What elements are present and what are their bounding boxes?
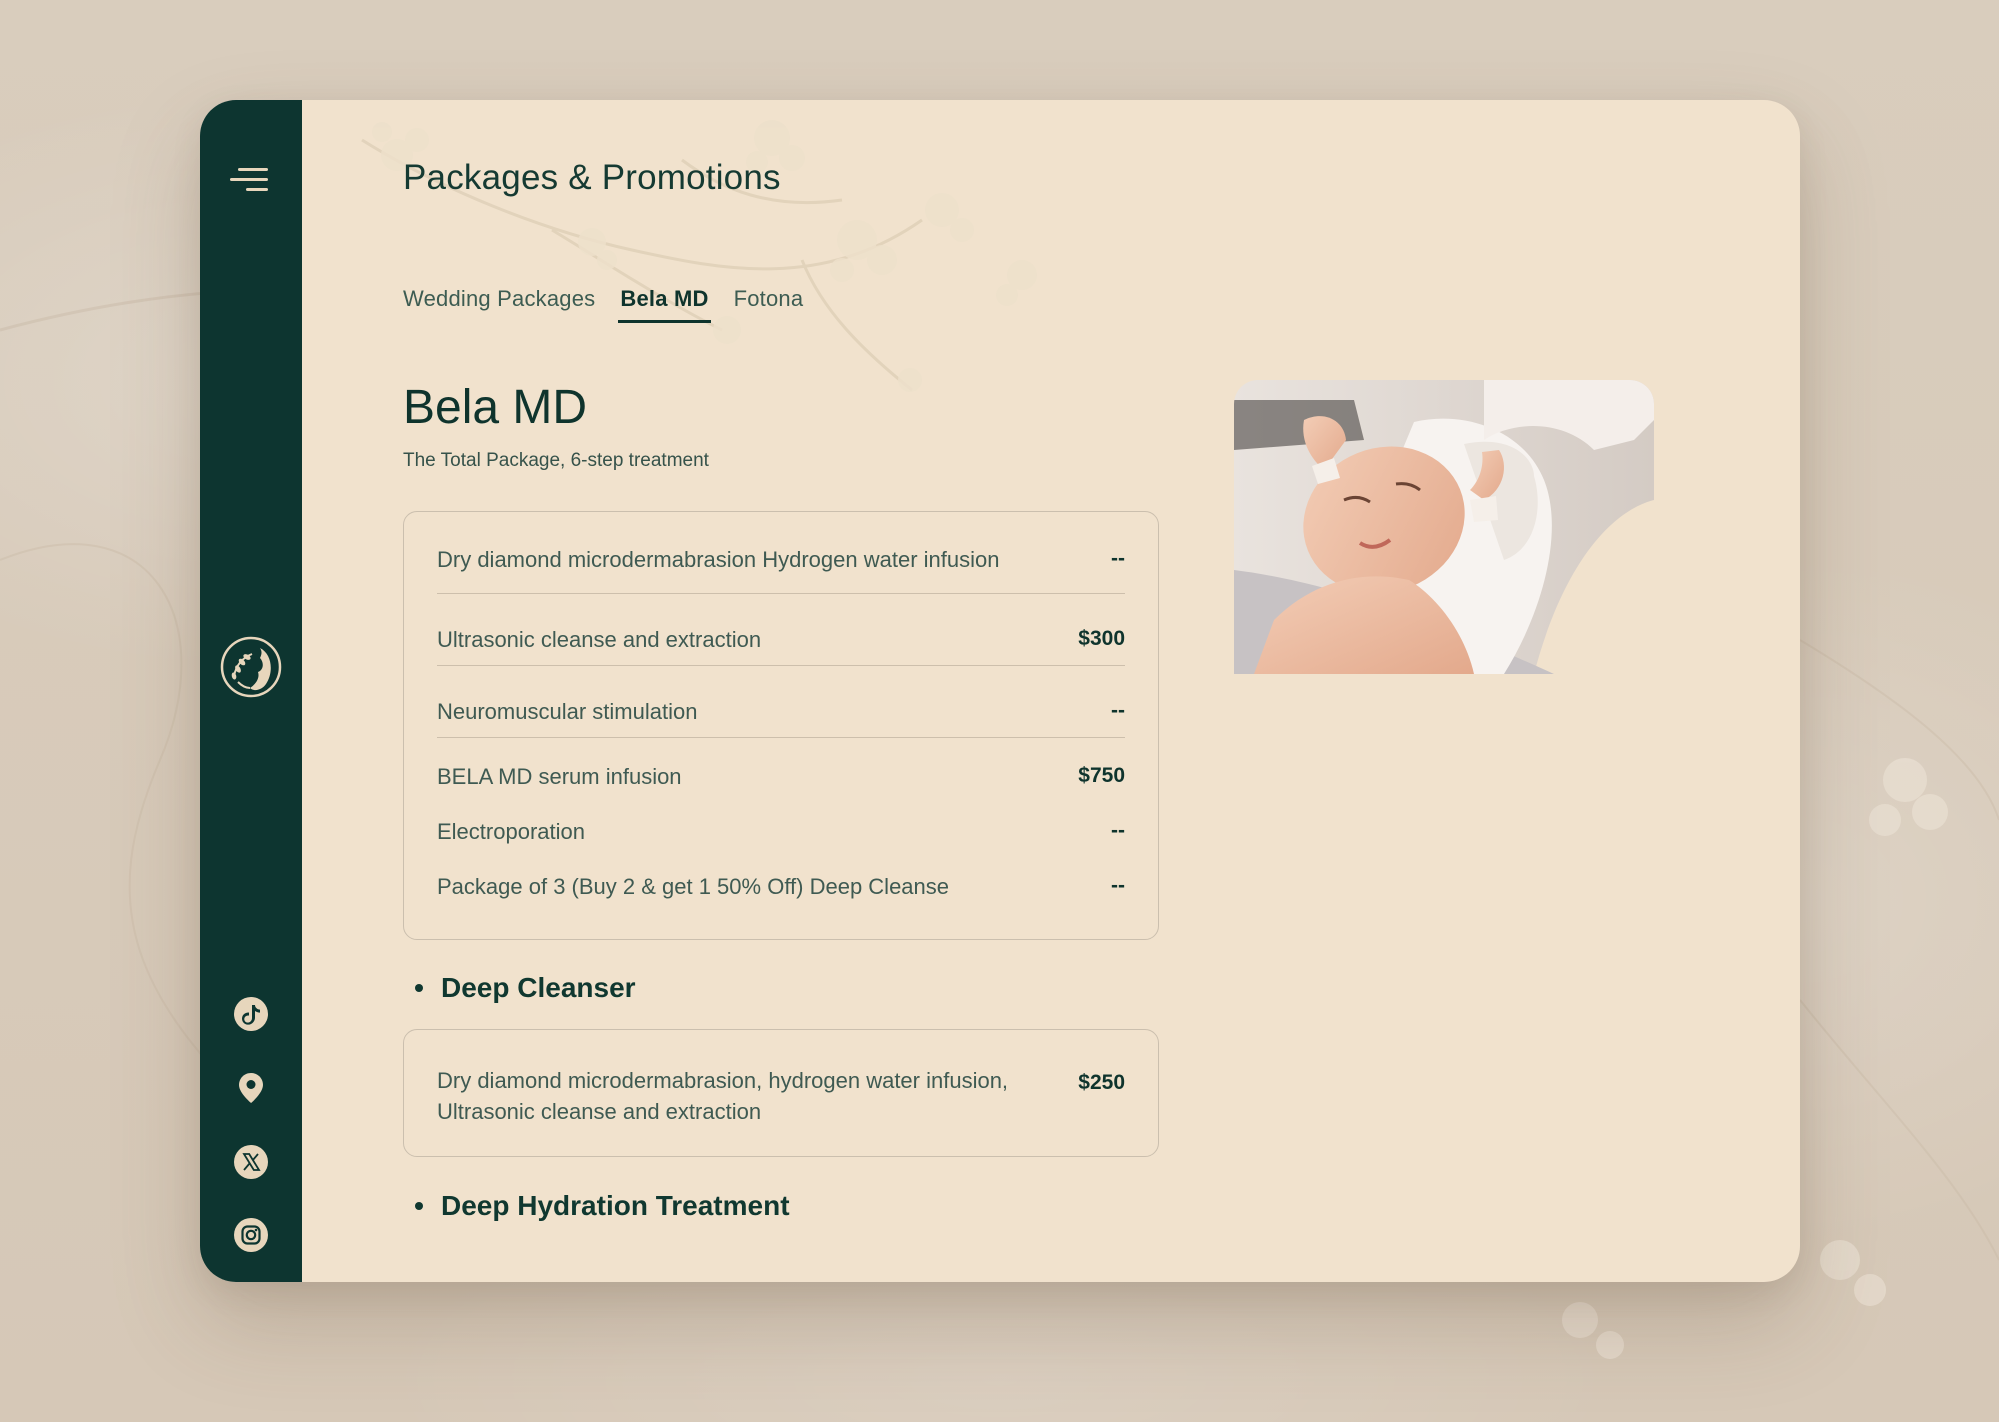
item-price: $250 <box>1078 1071 1125 1094</box>
tab-fotona[interactable]: Fotona <box>734 286 804 323</box>
tiktok-icon[interactable] <box>233 996 269 1032</box>
price-row: Dry diamond microdermabrasion Hydrogen w… <box>437 512 1125 594</box>
x-icon[interactable] <box>233 1144 269 1180</box>
spa-logo <box>220 636 282 698</box>
item-name: Package of 3 (Buy 2 & get 1 50% Off) Dee… <box>437 874 950 899</box>
item-price: -- <box>1111 874 1125 897</box>
bela-md-price-list: Dry diamond microdermabrasion Hydrogen w… <box>403 511 1159 940</box>
price-row: Dry diamond microdermabrasion, hydrogen … <box>437 1030 1125 1127</box>
tab-bar: Wedding Packages Bela MD Fotona <box>403 286 803 323</box>
sidebar <box>200 100 302 1282</box>
item-price: $750 <box>1078 764 1125 787</box>
price-row: BELA MD serum infusion $750 <box>437 738 1125 805</box>
item-name: Electroporation <box>437 819 585 844</box>
main-card: Packages & Promotions Wedding Packages B… <box>200 100 1800 1282</box>
deep-cleanser-heading: Deep Cleanser <box>415 972 636 1004</box>
facial-treatment-photo <box>1234 380 1654 674</box>
bullet-dot <box>415 984 423 992</box>
section-subtitle: The Total Package, 6-step treatment <box>403 450 709 471</box>
tab-wedding-packages[interactable]: Wedding Packages <box>403 286 595 323</box>
price-row: Neuromuscular stimulation -- <box>437 666 1125 738</box>
item-price: -- <box>1111 699 1125 722</box>
price-row: Ultrasonic cleanse and extraction $300 <box>437 594 1125 666</box>
instagram-icon[interactable] <box>233 1217 269 1253</box>
tab-bela-md[interactable]: Bela MD <box>618 286 711 323</box>
deep-cleanser-price-box: Dry diamond microdermabrasion, hydrogen … <box>403 1029 1159 1157</box>
heading-text: Deep Cleanser <box>441 972 636 1003</box>
item-description: Dry diamond microdermabrasion, hydrogen … <box>437 1068 1009 1124</box>
item-name: Neuromuscular stimulation <box>437 699 698 724</box>
item-name: BELA MD serum infusion <box>437 764 682 789</box>
deep-hydration-heading: Deep Hydration Treatment <box>415 1190 790 1222</box>
price-row: Package of 3 (Buy 2 & get 1 50% Off) Dee… <box>437 860 1125 915</box>
item-price: -- <box>1111 819 1125 842</box>
item-price: -- <box>1111 547 1125 570</box>
page-title: Packages & Promotions <box>403 158 781 197</box>
section-heading: Bela MD <box>403 381 588 434</box>
menu-icon[interactable] <box>230 166 270 196</box>
item-name: Dry diamond microdermabrasion Hydrogen w… <box>437 547 1000 572</box>
price-row: Electroporation -- <box>437 805 1125 860</box>
item-name: Ultrasonic cleanse and extraction <box>437 627 762 652</box>
heading-text: Deep Hydration Treatment <box>441 1190 790 1221</box>
bullet-dot <box>415 1202 423 1210</box>
location-pin-icon[interactable] <box>233 1070 269 1106</box>
item-price: $300 <box>1078 627 1125 650</box>
